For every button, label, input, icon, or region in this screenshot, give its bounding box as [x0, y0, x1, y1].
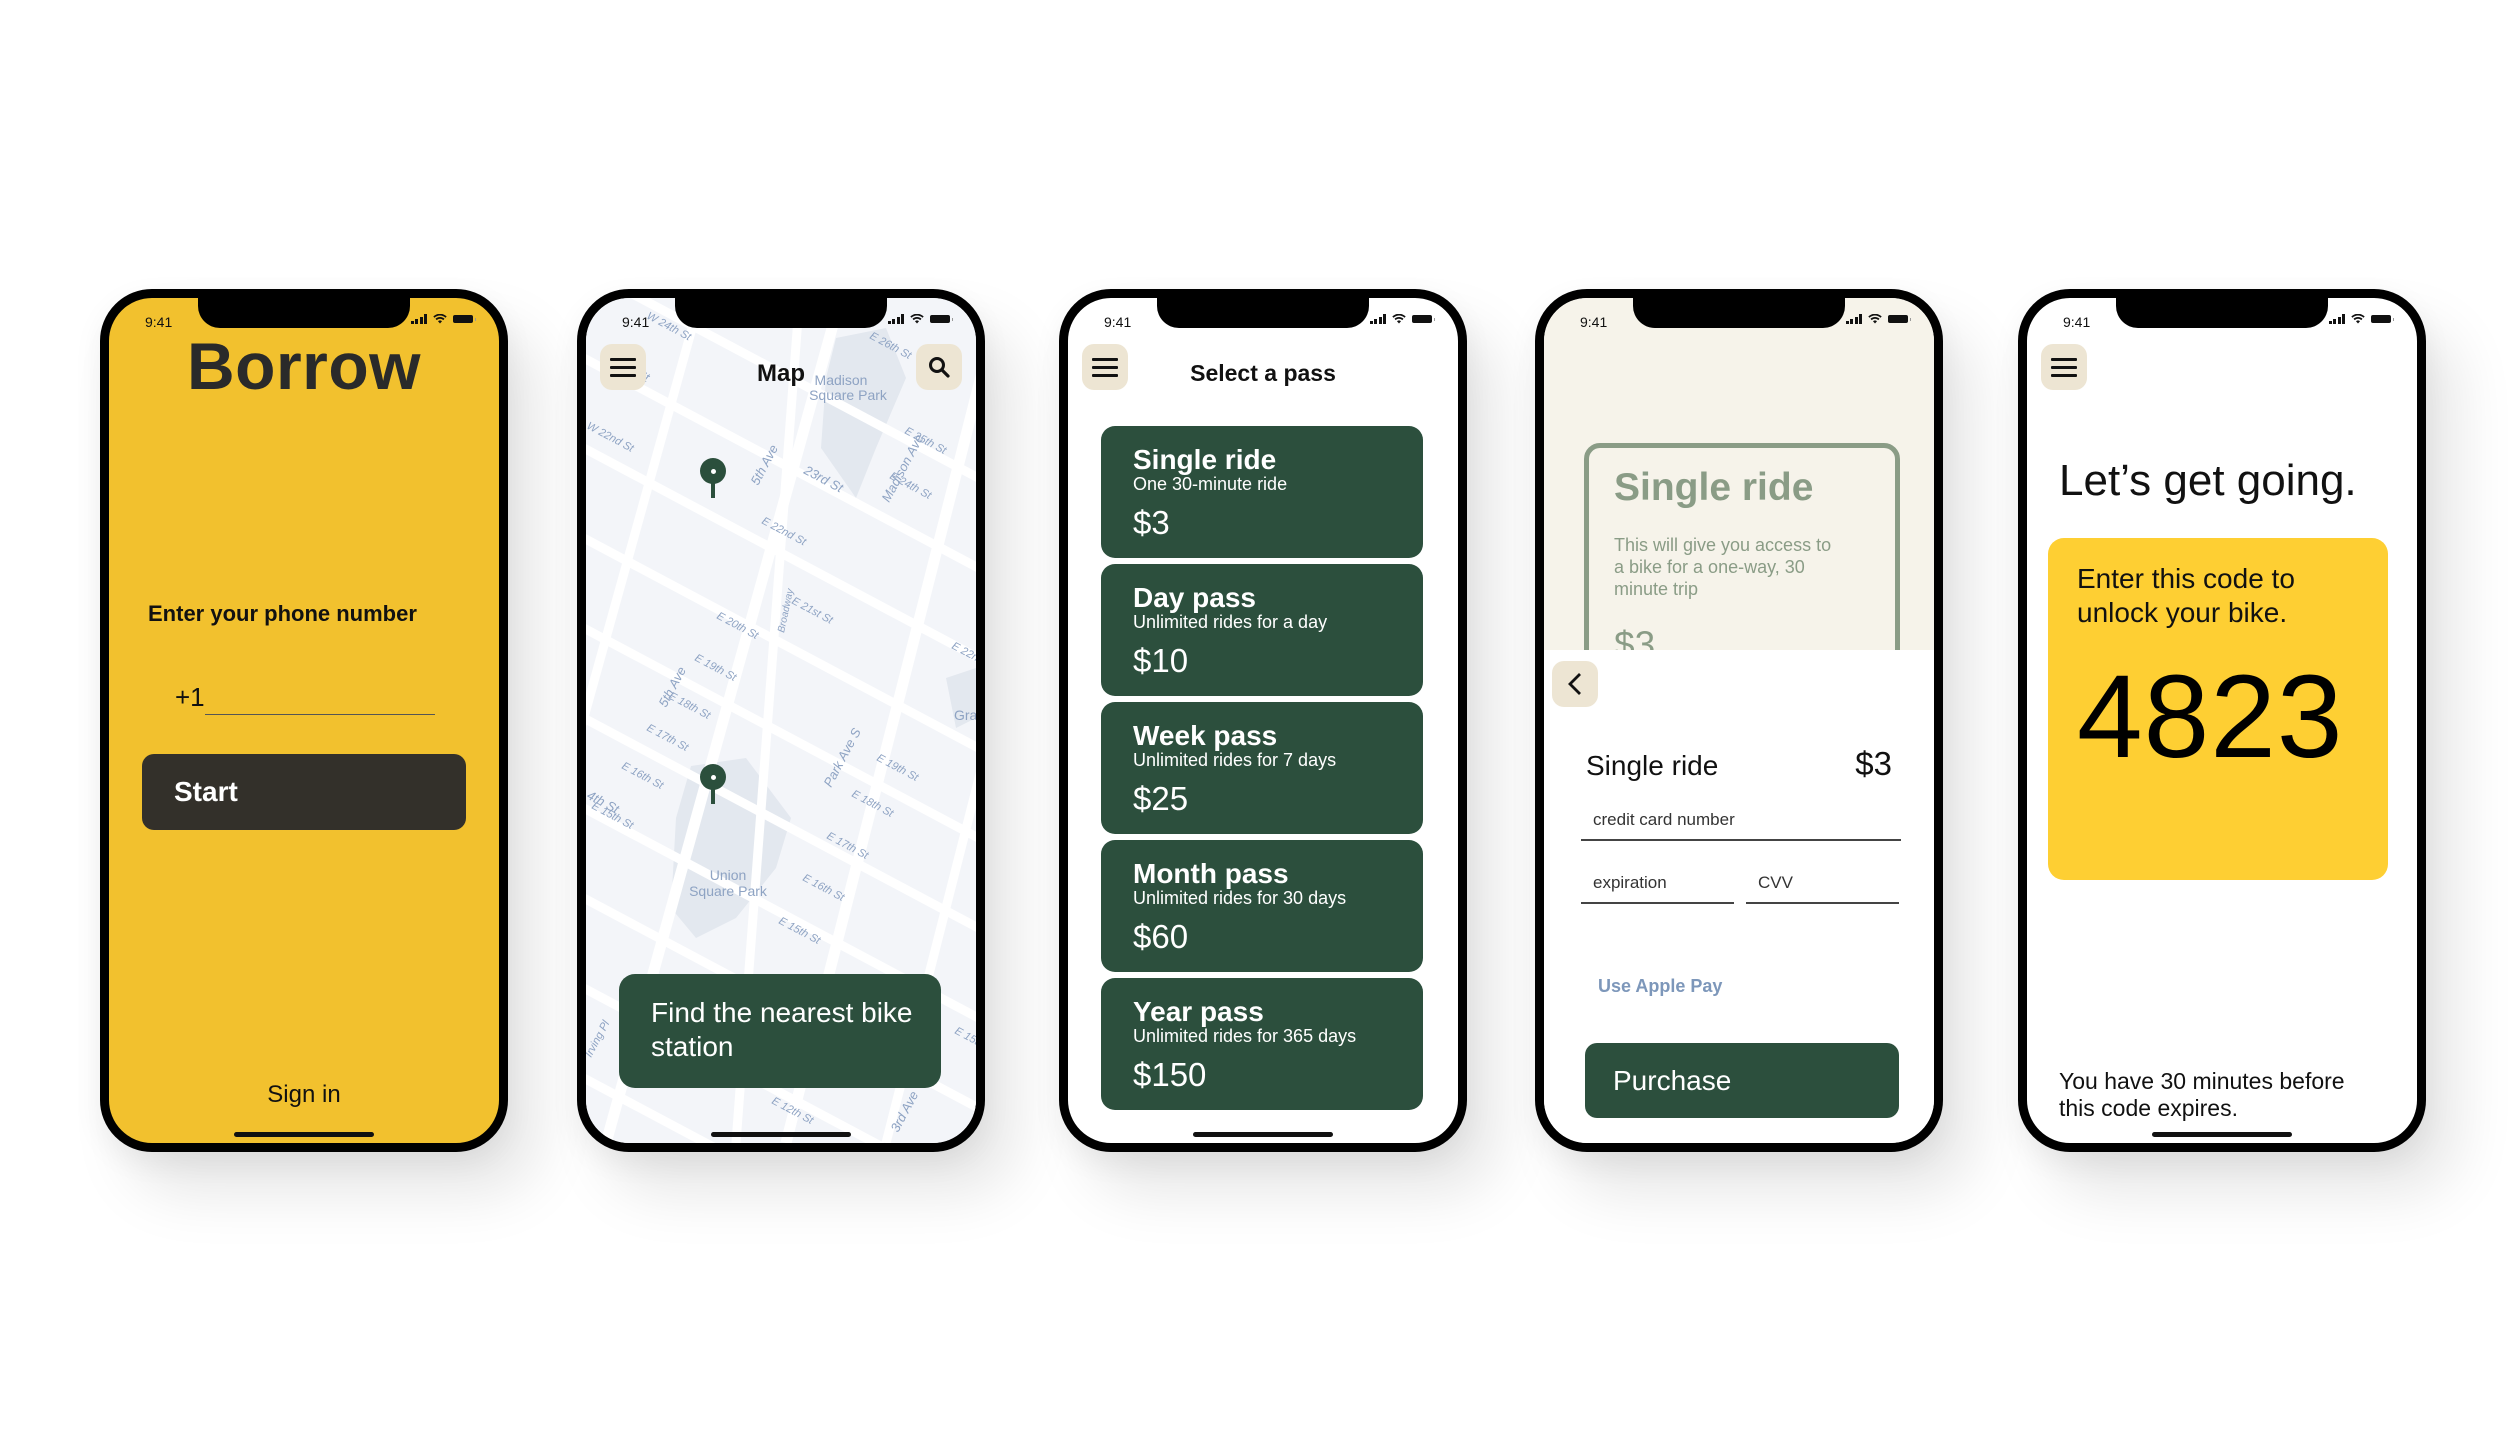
wifi-icon — [2351, 314, 2365, 324]
purchase-button[interactable]: Purchase — [1585, 1043, 1899, 1118]
pass-price: $10 — [1133, 642, 1189, 679]
pass-card-day-pass[interactable]: Day pass Unlimited rides for a day $10 — [1101, 564, 1423, 696]
signal-icon — [887, 314, 904, 324]
phone-signup-screen: 9:41 Borrow Enter your phone number +1 S… — [100, 289, 508, 1152]
pass-name: Week pass — [1133, 720, 1278, 751]
country-code: +1 — [175, 682, 205, 712]
battery-icon — [1412, 315, 1435, 323]
pass-price: $150 — [1133, 1056, 1207, 1093]
device-notch — [198, 298, 410, 328]
device-notch — [1157, 298, 1369, 328]
park-label: Grame — [954, 707, 976, 723]
sign-in-link[interactable]: Sign in — [109, 1081, 499, 1109]
credit-card-number-input[interactable] — [1581, 801, 1901, 841]
status-time: 9:41 — [145, 314, 173, 330]
chevron-left-icon — [1568, 673, 1581, 695]
headline: Let’s get going. — [2059, 456, 2357, 505]
wifi-icon — [910, 314, 924, 324]
battery-icon — [1888, 315, 1911, 323]
bike-station-pin[interactable] — [700, 764, 726, 804]
status-icons — [2328, 314, 2394, 324]
signal-icon — [2328, 314, 2345, 324]
status-icons — [887, 314, 953, 324]
device-notch — [2116, 298, 2328, 328]
signal-icon — [410, 314, 427, 324]
signal-icon — [1845, 314, 1862, 324]
cvv-input[interactable] — [1746, 864, 1899, 904]
hamburger-menu-icon — [2051, 357, 2077, 361]
wifi-icon — [1868, 314, 1882, 324]
pass-name: Year pass — [1133, 996, 1264, 1027]
selected-pass-title: Single ride — [1614, 466, 1814, 509]
order-item-name: Single ride — [1586, 750, 1719, 781]
status-icons — [1369, 314, 1435, 324]
status-time: 9:41 — [622, 314, 650, 330]
pass-card-single-ride[interactable]: Single ride One 30-minute ride $3 — [1101, 426, 1423, 558]
hamburger-menu-icon — [1092, 357, 1118, 361]
search-button[interactable] — [916, 344, 962, 390]
map-pin-icon — [700, 764, 726, 790]
phone-unlock-code-screen: 9:41 Let’s get going. Enter this code to… — [2018, 289, 2426, 1152]
expiration-input[interactable] — [1581, 864, 1734, 904]
pass-name: Day pass — [1133, 582, 1256, 613]
phone-checkout-screen: Single ride This will give you access to… — [1535, 289, 1943, 1152]
code-expiry-note: You have 30 minutes before this code exp… — [2059, 1068, 2345, 1121]
phone-number-label: Enter your phone number — [148, 601, 417, 626]
pass-price: $60 — [1133, 918, 1189, 955]
start-button[interactable]: Start — [142, 754, 466, 830]
brand-logo: Borrow — [187, 329, 421, 403]
unlock-code-card: Enter this code to unlock your bike. 482… — [2048, 538, 2388, 880]
pass-price: $25 — [1133, 780, 1189, 817]
pass-price: $3 — [1133, 504, 1170, 541]
status-time: 9:41 — [1104, 314, 1132, 330]
home-indicator — [1193, 1132, 1333, 1137]
park-label: Square Park — [689, 883, 768, 899]
signal-icon — [1369, 314, 1386, 324]
status-time: 9:41 — [1580, 314, 1608, 330]
home-indicator — [234, 1132, 374, 1137]
battery-icon — [2371, 315, 2394, 323]
apple-pay-link[interactable]: Use Apple Pay — [1598, 976, 1722, 997]
pass-card-month-pass[interactable]: Month pass Unlimited rides for 30 days $… — [1101, 840, 1423, 972]
pass-list: Single ride One 30-minute ride $3 Day pa… — [1101, 426, 1423, 1116]
pass-description: Unlimited rides for 30 days — [1133, 888, 1347, 908]
pass-name: Single ride — [1133, 444, 1277, 475]
device-notch — [1633, 298, 1845, 328]
pass-description: One 30-minute ride — [1133, 474, 1288, 494]
unlock-code: 4823 — [2077, 651, 2344, 783]
status-icons — [1845, 314, 1911, 324]
home-indicator — [711, 1132, 851, 1137]
phone-map-screen: W 24th St E 26th St E 25th St E 24th St … — [577, 289, 985, 1152]
order-item-price: $3 — [1855, 745, 1892, 782]
find-nearest-station-button[interactable]: Find the nearest bike station — [619, 974, 941, 1088]
menu-button[interactable] — [1082, 344, 1128, 390]
pass-description: Unlimited rides for a day — [1133, 612, 1328, 632]
pass-card-year-pass[interactable]: Year pass Unlimited rides for 365 days $… — [1101, 978, 1423, 1110]
menu-button[interactable] — [2041, 344, 2087, 390]
selected-pass-description: This will give you access to a bike for … — [1614, 535, 1832, 599]
park-label: Square Park — [809, 387, 888, 403]
pass-description: Unlimited rides for 7 days — [1133, 750, 1337, 770]
device-notch — [675, 298, 887, 328]
search-icon — [929, 357, 950, 378]
battery-icon — [930, 315, 953, 323]
back-button[interactable] — [1552, 661, 1598, 707]
phone-number-input[interactable] — [205, 682, 435, 715]
wifi-icon — [433, 314, 447, 324]
wifi-icon — [1392, 314, 1406, 324]
pass-description: Unlimited rides for 365 days — [1133, 1026, 1357, 1046]
pass-name: Month pass — [1133, 858, 1289, 889]
park-label: Union — [710, 867, 747, 883]
phone-select-pass-screen: 9:41 Select a pass Single ride One 30-mi… — [1059, 289, 1467, 1152]
battery-icon — [453, 315, 476, 323]
bike-station-pin[interactable] — [700, 458, 726, 498]
map-pin-icon — [700, 458, 726, 484]
home-indicator — [2152, 1132, 2292, 1137]
pass-card-week-pass[interactable]: Week pass Unlimited rides for 7 days $25 — [1101, 702, 1423, 834]
unlock-instruction: Enter this code to unlock your bike. — [2077, 563, 2295, 628]
status-time: 9:41 — [2063, 314, 2091, 330]
status-icons — [410, 314, 476, 324]
